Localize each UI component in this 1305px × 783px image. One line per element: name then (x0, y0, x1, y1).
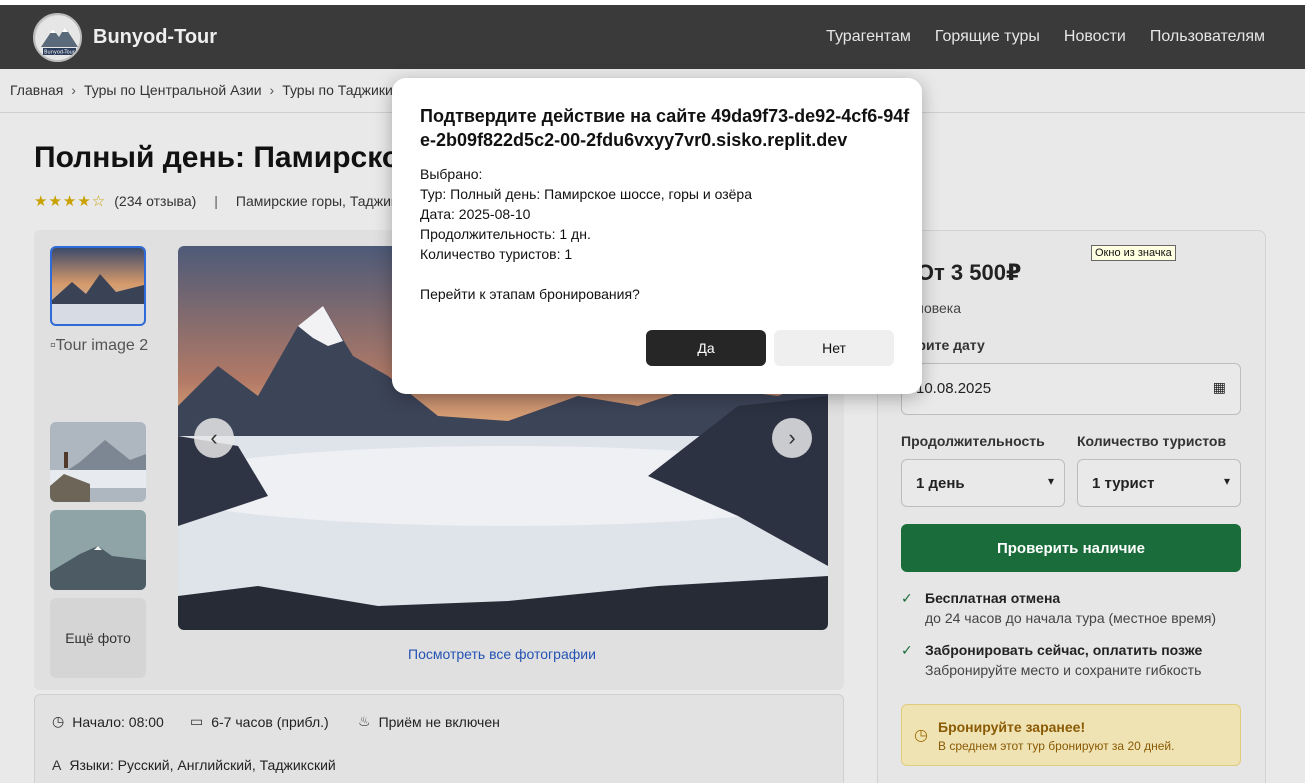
calendar-picker-icon[interactable]: ▦ (1213, 379, 1226, 396)
duration-label: Продолжительность (901, 433, 1045, 449)
dialog-yes-button[interactable]: Да (646, 330, 766, 366)
nav-item-agents[interactable]: Турагентам (826, 28, 911, 46)
next-photo-button[interactable]: › (772, 418, 812, 458)
reviews-count[interactable]: (234 отзыва) (114, 193, 196, 209)
thumbnail-image (52, 248, 144, 324)
dialog-title: Подтвердите действие на сайте 49da9f73-d… (420, 106, 910, 150)
info-languages: A Языки: Русский, Английский, Таджикский (52, 757, 336, 773)
check-availability-button[interactable]: Проверить наличие (901, 524, 1241, 572)
notice-title: Бронируйте заранее! (938, 719, 1086, 735)
broken-image-2: ▫Tour image 2 (50, 334, 150, 358)
breadcrumb: Главная › Туры по Центральной Азии › Тур… (10, 82, 393, 98)
info-meal: ♨ Приём не включен (358, 713, 500, 730)
logo-text: Bunyod-Tour (44, 50, 76, 56)
confirm-dialog: Подтвердите действие на сайте 49da9f73-d… (392, 78, 922, 394)
duration-select[interactable]: 1 день ▾ (901, 459, 1065, 507)
dialog-line: Перейти к этапам бронирования? (420, 286, 640, 302)
clock-icon: ◷ (914, 727, 928, 744)
feature-subtitle: до 24 часов до начала тура (местное врем… (925, 610, 1217, 626)
clock-icon: ◷ (52, 713, 65, 729)
date-input[interactable]: 10.08.2025 ▦ (901, 363, 1241, 415)
nav-item-users[interactable]: Пользователям (1150, 28, 1265, 46)
tour-location: Памирские горы, Таджик (235, 193, 398, 209)
brand-name[interactable]: Bunyod-Tour (93, 26, 217, 49)
info-meal-text: Приём не включен (378, 713, 500, 730)
dialog-line: Продолжительность: 1 дн. (420, 226, 591, 242)
chevron-down-icon: ▾ (1223, 474, 1230, 488)
breadcrumb-separator: › (269, 82, 275, 98)
book-early-notice: ◷ Бронируйте заранее! В среднем этот тур… (901, 704, 1241, 766)
info-duration: ▭ 6-7 часов (прибл.) (190, 713, 329, 730)
page-title: Полный день: Памирско (34, 141, 401, 174)
thumbnail-4[interactable] (50, 510, 146, 590)
dialog-line: Дата: 2025-08-10 (420, 206, 531, 222)
chevron-down-icon: ▾ (1047, 474, 1054, 488)
breadcrumb-tajikistan[interactable]: Туры по Таджики (282, 82, 393, 98)
logo[interactable]: Bunyod-Tour (33, 13, 82, 62)
breadcrumb-separator: › (71, 82, 76, 98)
meal-icon: ♨ (358, 713, 371, 729)
site-header: Bunyod-Tour Bunyod-Tour Турагентам Горящ… (0, 5, 1305, 69)
nav-item-news[interactable]: Новости (1064, 28, 1126, 46)
image-alt-text: Tour image 2 (55, 337, 149, 354)
view-all-photos-link[interactable]: Посмотреть все фотографии (408, 646, 596, 662)
breadcrumb-home[interactable]: Главная (10, 82, 63, 98)
translate-icon: A (52, 757, 62, 773)
dialog-no-button[interactable]: Нет (774, 330, 894, 366)
rating-row: ★★★★☆ (234 отзыва) | Памирские горы, Тад… (34, 192, 397, 210)
nav-item-hot-tours[interactable]: Горящие туры (935, 28, 1040, 46)
date-value: 10.08.2025 (916, 380, 992, 397)
prev-photo-button[interactable]: ‹ (194, 418, 234, 458)
tourists-select[interactable]: 1 турист ▾ (1077, 459, 1241, 507)
breadcrumb-central-asia[interactable]: Туры по Центральной Азии (84, 82, 262, 98)
check-icon: ✓ (901, 642, 913, 658)
dialog-line: Тур: Полный день: Памирское шоссе, горы … (420, 186, 752, 202)
info-languages-text: Языки: Русский, Английский, Таджикский (69, 757, 336, 773)
tooltip: Окно из значка (1091, 245, 1176, 261)
logo-mountain-icon: Bunyod-Tour (35, 15, 80, 60)
thumbnail-image (50, 422, 146, 502)
tourists-select-value: 1 турист (1092, 475, 1155, 492)
dialog-body: Выбрано: Тур: Полный день: Памирское шос… (420, 164, 752, 304)
notice-subtitle: В среднем этот тур бронируют за 20 дней. (938, 739, 1175, 753)
divider: | (214, 193, 218, 209)
info-start-text: Начало: 08:00 (72, 713, 164, 730)
thumbnail-3[interactable] (50, 422, 146, 502)
duration-select-value: 1 день (916, 475, 965, 492)
main-nav: Турагентам Горящие туры Новости Пользова… (826, 28, 1265, 46)
feature-subtitle: Забронируйте место и сохраните гибкость (925, 662, 1202, 678)
dialog-line (420, 264, 752, 284)
star-rating-icon: ★★★★☆ (34, 193, 107, 210)
info-start: ◷ Начало: 08:00 (52, 713, 164, 730)
info-duration-text: 6-7 часов (прибл.) (211, 713, 329, 730)
chevron-left-icon: ‹ (210, 425, 218, 450)
tourists-label: Количество туристов (1077, 433, 1227, 449)
feature-title: Бесплатная отмена (925, 590, 1061, 606)
dialog-line: Выбрано: (420, 166, 483, 182)
calendar-icon: ▭ (190, 713, 204, 729)
more-photos-button[interactable]: Ещё фото (50, 598, 146, 678)
check-icon: ✓ (901, 590, 913, 606)
thumbnail-1[interactable] (50, 246, 146, 326)
chevron-right-icon: › (788, 425, 796, 450)
dialog-line: Количество туристов: 1 (420, 246, 573, 262)
feature-title: Забронировать сейчас, оплатить позже (925, 642, 1203, 658)
thumbnail-image (50, 510, 146, 590)
